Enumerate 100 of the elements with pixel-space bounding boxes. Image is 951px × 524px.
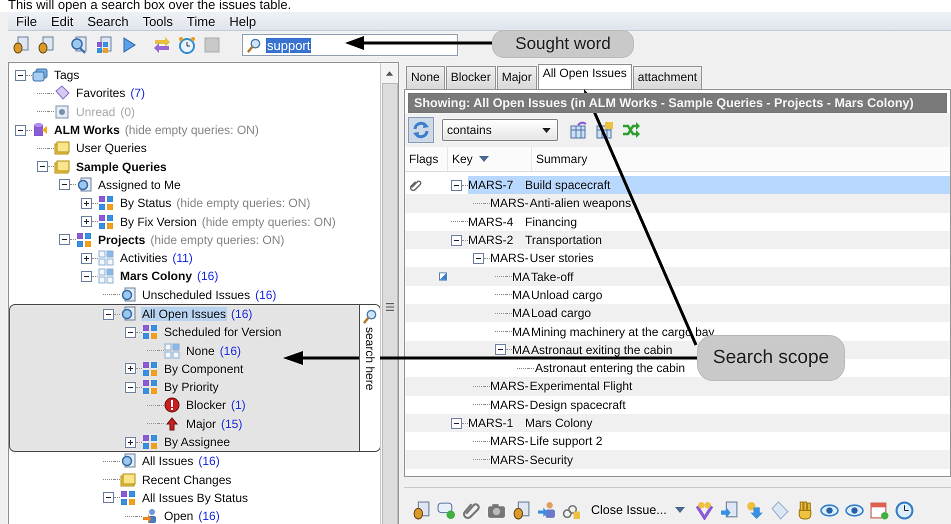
tree-item[interactable]: Unscheduled Issues bbox=[141, 288, 252, 302]
issue-key[interactable]: MARS- bbox=[490, 434, 529, 448]
clock-icon[interactable] bbox=[894, 500, 914, 520]
document-arrow-icon[interactable] bbox=[720, 500, 739, 520]
menu-item[interactable]: Edit bbox=[50, 14, 74, 28]
tree-item[interactable]: By Assignee bbox=[163, 435, 232, 450]
tree-item[interactable]: Major bbox=[185, 416, 218, 431]
swap-arrows-icon[interactable] bbox=[153, 36, 171, 54]
issue-key[interactable]: MARS-7 bbox=[468, 178, 514, 192]
expand-toggle[interactable] bbox=[125, 326, 136, 338]
tree-item[interactable]: All Issues bbox=[141, 454, 194, 468]
bug-document-icon[interactable] bbox=[512, 500, 531, 520]
expand-toggle[interactable] bbox=[451, 418, 462, 428]
expand-toggle[interactable] bbox=[81, 270, 92, 282]
issue-key[interactable]: MA bbox=[512, 324, 530, 339]
issue-key[interactable]: MARS- bbox=[490, 452, 529, 467]
expand-toggle[interactable] bbox=[59, 234, 70, 246]
issue-summary: Unload cargo bbox=[531, 288, 602, 302]
tree-item[interactable]: None bbox=[185, 344, 216, 358]
tab[interactable]: Major bbox=[496, 66, 537, 89]
expand-toggle[interactable] bbox=[103, 308, 114, 320]
search-field[interactable]: support bbox=[242, 34, 458, 56]
issue-key[interactable]: MA bbox=[512, 288, 530, 302]
expand-toggle[interactable] bbox=[125, 436, 136, 448]
issue-key[interactable]: MA bbox=[512, 270, 530, 284]
tree-item[interactable]: Favorites bbox=[75, 86, 126, 100]
alarm-clock-icon[interactable] bbox=[178, 36, 196, 54]
comment-add-icon[interactable] bbox=[437, 500, 456, 520]
column-header[interactable]: Flags bbox=[405, 147, 448, 171]
grip-icon[interactable] bbox=[386, 303, 394, 311]
tree-item[interactable]: All Open Issues bbox=[141, 307, 228, 321]
bug-document-icon[interactable] bbox=[12, 36, 30, 54]
refresh-button[interactable] bbox=[408, 117, 434, 143]
expand-toggle[interactable] bbox=[125, 382, 136, 393]
menu-item[interactable]: Search bbox=[87, 14, 129, 28]
expand-toggle[interactable] bbox=[15, 124, 26, 136]
issue-summary: User stories bbox=[530, 251, 594, 266]
close-issue-button[interactable]: Close Issue... bbox=[589, 503, 669, 517]
column-header[interactable]: Summary bbox=[532, 147, 950, 171]
tree-item[interactable]: Recent Changes bbox=[141, 472, 232, 487]
bug-document-icon[interactable] bbox=[412, 500, 431, 520]
bug-document-icon[interactable] bbox=[37, 36, 55, 54]
expand-toggle[interactable] bbox=[451, 180, 462, 191]
tab[interactable]: None bbox=[406, 66, 445, 89]
calendar-add-icon[interactable] bbox=[870, 500, 889, 520]
issue-key[interactable]: MARS-4 bbox=[468, 214, 514, 229]
tree-item[interactable]: By Status bbox=[119, 196, 172, 210]
tree-item[interactable]: Blocker bbox=[185, 398, 228, 412]
tree-item[interactable]: By Fix Version bbox=[119, 214, 198, 229]
expand-toggle[interactable] bbox=[103, 492, 114, 504]
expand-toggle[interactable] bbox=[81, 216, 92, 228]
grid-document-icon[interactable] bbox=[95, 36, 113, 54]
tree-item[interactable]: Projects bbox=[97, 232, 146, 247]
issue-key[interactable]: MA bbox=[512, 342, 530, 357]
tree-item[interactable]: Activities bbox=[119, 251, 168, 266]
table-arrow-icon[interactable] bbox=[596, 121, 614, 139]
issue-key[interactable]: MARS- bbox=[490, 398, 529, 412]
menu-item[interactable]: Help bbox=[229, 14, 256, 28]
tab[interactable]: All Open Issues bbox=[538, 64, 632, 89]
tree-item[interactable]: Tags bbox=[53, 68, 80, 82]
issue-key[interactable]: MARS- bbox=[490, 379, 529, 394]
tree-item[interactable]: All Issues By Status bbox=[141, 490, 250, 505]
menu-item[interactable]: Time bbox=[186, 14, 216, 28]
tree-item[interactable]: Scheduled for Version bbox=[163, 325, 282, 340]
caret-icon[interactable] bbox=[674, 507, 685, 513]
tree-item[interactable]: Open bbox=[163, 509, 194, 524]
tab[interactable]: attachment bbox=[632, 66, 702, 89]
expand-toggle[interactable] bbox=[81, 198, 92, 209]
expand-toggle[interactable] bbox=[125, 363, 136, 374]
expand-toggle[interactable] bbox=[473, 252, 484, 264]
paperclip-icon[interactable] bbox=[462, 500, 481, 520]
shuffle-icon[interactable] bbox=[622, 121, 640, 139]
tab[interactable]: Blocker bbox=[446, 66, 496, 89]
person-arrow-icon[interactable] bbox=[537, 500, 556, 520]
tree-item[interactable]: Sample Queries bbox=[75, 160, 168, 174]
issue-key[interactable]: MA bbox=[512, 306, 530, 320]
expand-toggle[interactable] bbox=[59, 179, 70, 190]
filter-dropdown[interactable]: contains bbox=[442, 119, 558, 141]
expand-toggle[interactable] bbox=[15, 70, 26, 81]
search-here-tab[interactable]: search here bbox=[359, 304, 380, 452]
menu-item[interactable]: File bbox=[16, 14, 37, 28]
scroll-up-arrow-icon[interactable] bbox=[385, 70, 394, 76]
tree-item[interactable]: Mars Colony bbox=[119, 269, 194, 284]
tree-item[interactable]: By Component bbox=[163, 362, 244, 376]
down-arrow-icon[interactable] bbox=[744, 500, 764, 520]
issue-key[interactable]: MARS- bbox=[490, 196, 529, 210]
issue-key[interactable]: MARS- bbox=[490, 251, 529, 266]
issue-key[interactable]: MARS-1 bbox=[468, 416, 514, 430]
menu-item[interactable]: Tools bbox=[142, 14, 173, 28]
tree-item[interactable]: Assigned to Me bbox=[97, 178, 182, 192]
tree-item[interactable]: ALM Works bbox=[53, 123, 121, 138]
issue-key[interactable]: MARS-2 bbox=[468, 233, 514, 248]
expand-toggle[interactable] bbox=[81, 252, 92, 264]
column-header[interactable]: Key bbox=[448, 147, 532, 171]
tree-item[interactable]: By Priority bbox=[163, 380, 220, 394]
expand-toggle[interactable] bbox=[37, 161, 48, 172]
tree-item[interactable]: User Queries bbox=[75, 141, 148, 156]
expand-toggle[interactable] bbox=[495, 344, 506, 356]
expand-toggle[interactable] bbox=[451, 234, 462, 246]
search-document-icon[interactable] bbox=[70, 36, 88, 54]
